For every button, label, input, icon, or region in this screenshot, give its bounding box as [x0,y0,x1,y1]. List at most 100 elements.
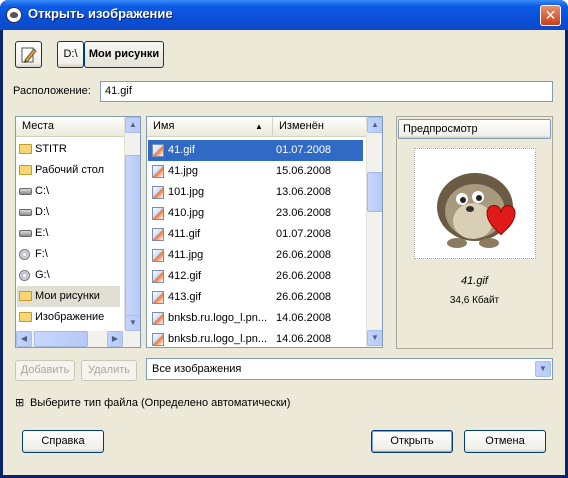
column-modified-header[interactable]: Изменён [272,117,366,137]
add-bookmark-button[interactable]: Добавить [15,360,75,381]
help-button[interactable]: Справка [22,430,104,453]
cancel-button[interactable]: Отмена [464,430,546,453]
scroll-up-icon[interactable]: ▲ [367,117,382,133]
image-file-icon [152,312,164,325]
file-type-expander-icon[interactable]: ⊞ [15,396,24,409]
scroll-up-icon[interactable]: ▲ [125,117,140,133]
image-file-icon [152,270,164,283]
places-hscroll[interactable]: ◀ ▶ [16,331,140,347]
place-item[interactable]: Изображение [17,307,120,328]
place-item[interactable]: C:\ [17,181,120,202]
cdrom-icon [19,249,30,260]
scroll-down-icon[interactable]: ▼ [125,315,140,331]
scroll-left-icon[interactable]: ◀ [16,331,32,347]
window-title: Открыть изображение [28,6,173,21]
preview-header[interactable]: Предпросмотр [398,119,551,139]
file-filter-value: Все изображения [152,363,242,375]
open-button[interactable]: Открыть [371,430,453,453]
file-row[interactable]: 101.jpg 13.06.2008 [148,182,363,203]
place-item[interactable]: E:\ [17,223,120,244]
chevron-down-icon[interactable]: ▼ [535,361,551,377]
place-label: Рабочий стол [35,164,105,176]
folder-icon [19,312,32,322]
file-name: 411.jpg [168,249,204,261]
place-label: G:\ [35,269,50,281]
title-bar[interactable]: Открыть изображение ✕ [0,0,568,30]
places-panel: Места STITR Рабочий стол C:\ D:\ E:\ F:\ G:\ Мо… [15,116,141,348]
file-filter-select[interactable]: Все изображения ▼ [146,358,553,380]
file-date: 26.06.2008 [276,291,332,303]
file-name: 412.gif [168,270,202,282]
location-value: 41.gif [105,85,132,97]
place-item[interactable]: Рабочий стол [17,160,120,181]
sort-ascending-icon: ▲ [255,122,263,131]
image-file-icon [152,144,164,157]
file-row[interactable]: 410.jpg 23.06.2008 [148,203,363,224]
file-date: 01.07.2008 [276,228,332,240]
open-image-dialog: Открыть изображение ✕ D:\ Мои рисунки Ра… [0,0,568,478]
path-button-folder[interactable]: Мои рисунки [84,41,164,68]
place-label: STITR [35,143,67,155]
place-item[interactable]: D:\ [17,202,120,223]
file-name: 410.jpg [168,207,205,219]
place-label: Мои рисунки [35,290,100,302]
image-file-icon [152,249,164,262]
close-button[interactable]: ✕ [540,5,561,26]
place-label: E:\ [35,227,49,239]
drive-icon [19,209,32,216]
place-item[interactable]: STITR [17,139,120,160]
image-file-icon [152,165,164,178]
path-button-drive[interactable]: D:\ [57,41,84,68]
scroll-right-icon[interactable]: ▶ [107,331,123,347]
type-location-button[interactable] [15,41,42,68]
dialog-body: D:\ Мои рисунки Расположение: 41.gif Мес… [3,30,565,475]
folder-icon [19,144,32,154]
file-date: 01.07.2008 [276,144,332,156]
column-name-header[interactable]: Имя ▲ [147,117,272,137]
files-vscroll[interactable]: ▲ ▼ [366,117,382,347]
file-row[interactable]: 41.gif 01.07.2008 [148,140,363,161]
file-name: bnksb.ru.logo_l.pn... [168,333,268,345]
place-item[interactable]: Мои рисунки [17,286,120,307]
file-row[interactable]: bnksb.ru.logo_l.pn... 14.06.2008 [148,329,363,347]
gimp-icon [6,7,22,23]
file-name: 411.gif [168,228,201,240]
file-date: 26.06.2008 [276,270,332,282]
hscroll-thumb[interactable] [34,331,88,347]
image-file-icon [152,186,164,199]
file-row[interactable]: 411.jpg 26.06.2008 [148,245,363,266]
pencil-edit-icon [21,47,37,63]
file-row[interactable]: bnksb.ru.logo_l.pn... 14.06.2008 [148,308,363,329]
places-header[interactable]: Места [16,117,124,137]
place-label: Изображение [35,311,105,323]
places-vscroll[interactable]: ▲ ▼ [124,117,140,331]
location-label: Расположение: [13,85,91,97]
pictures-folder-icon [19,291,32,301]
preview-filename: 41.gif [461,275,488,287]
place-item[interactable]: G:\ [17,265,120,286]
image-file-icon [152,207,164,220]
scroll-thumb[interactable] [367,172,382,212]
file-name: bnksb.ru.logo_l.pn... [168,312,268,324]
place-item[interactable]: F:\ [17,244,120,265]
remove-bookmark-button[interactable]: Удалить [81,360,137,381]
cdrom-icon [19,270,30,281]
image-file-icon [152,228,164,241]
scroll-down-icon[interactable]: ▼ [367,330,382,346]
place-label: C:\ [35,185,50,197]
drive-icon [19,230,32,237]
file-date: 14.06.2008 [276,333,332,345]
file-row[interactable]: 41.jpg 15.06.2008 [148,161,363,182]
location-input[interactable]: 41.gif [100,81,553,102]
file-date: 23.06.2008 [276,207,332,219]
scroll-thumb[interactable] [125,155,140,325]
folder-icon [19,165,32,175]
file-type-expander-label[interactable]: Выберите тип файла (Определено автоматич… [30,397,290,409]
file-row[interactable]: 413.gif 26.06.2008 [148,287,363,308]
file-date: 14.06.2008 [276,312,332,324]
file-name: 41.jpg [168,165,198,177]
preview-filesize: 34,6 Кбайт [449,295,500,306]
file-row[interactable]: 411.gif 01.07.2008 [148,224,363,245]
file-row[interactable]: 412.gif 26.06.2008 [148,266,363,287]
drive-icon [19,188,32,195]
